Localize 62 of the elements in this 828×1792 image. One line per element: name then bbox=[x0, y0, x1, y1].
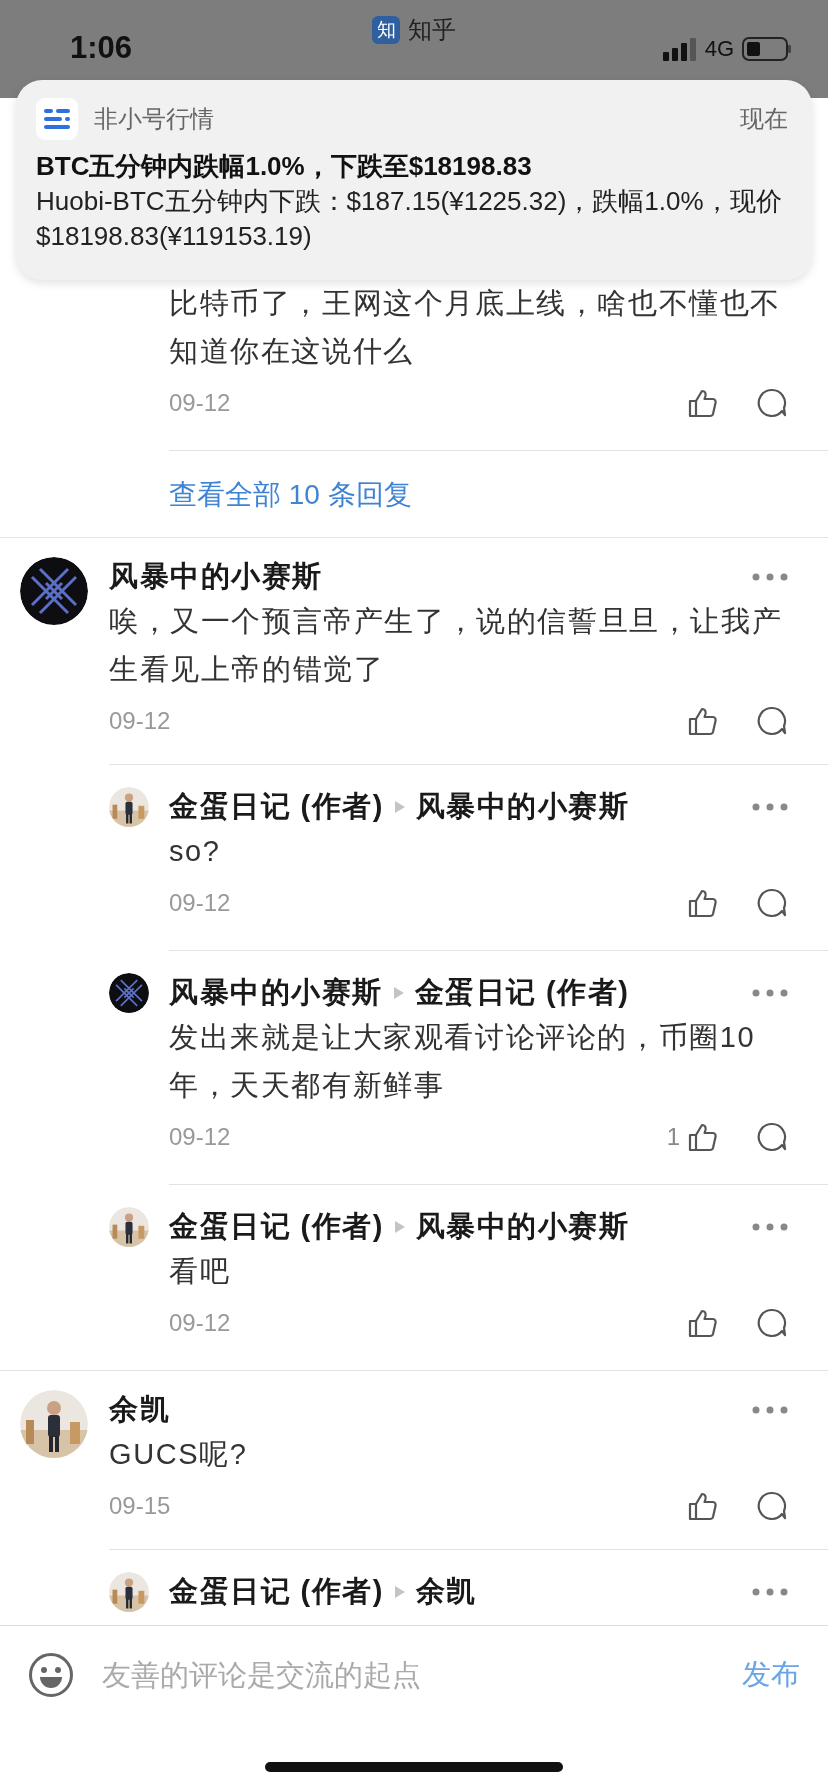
author-name[interactable]: 风暴中的小赛斯 bbox=[415, 787, 630, 827]
view-all-replies-link[interactable]: 查看全部 10 条回复 bbox=[169, 451, 412, 537]
comment-date: 09-12 bbox=[109, 707, 172, 735]
caret-icon bbox=[392, 986, 405, 1000]
thumbs-up-icon[interactable] bbox=[686, 1490, 718, 1522]
emoji-icon[interactable] bbox=[28, 1652, 74, 1698]
signal-icon bbox=[662, 37, 697, 61]
avatar bbox=[109, 973, 149, 1013]
comment-date: 09-15 bbox=[109, 1492, 172, 1520]
comment-icon[interactable] bbox=[756, 1121, 788, 1153]
thumbs-up-icon[interactable] bbox=[686, 705, 718, 737]
author-name[interactable]: 风暴中的小赛斯 bbox=[415, 1207, 630, 1247]
status-time: 1:06 bbox=[70, 30, 133, 66]
comment-input-field[interactable]: 友善的评论是交流的起点 bbox=[102, 1658, 742, 1692]
like-count: 1 bbox=[666, 1123, 680, 1151]
caret-icon bbox=[393, 800, 406, 814]
comment-icon[interactable] bbox=[756, 887, 788, 919]
battery-icon bbox=[742, 37, 792, 61]
comment-text: 比特币了，王网这个月底上线，啥也不懂也不知道你在这说什么 bbox=[169, 286, 782, 369]
comment-date: 09-12 bbox=[169, 1309, 232, 1337]
notification-app-name: 非小号行情 bbox=[94, 104, 215, 134]
network-label: 4G bbox=[704, 36, 734, 62]
back-to-app-link[interactable]: 知乎 bbox=[408, 14, 456, 46]
more-icon[interactable] bbox=[752, 1223, 788, 1231]
author-name[interactable]: 风暴中的小赛斯 bbox=[169, 973, 383, 1013]
thumbs-up-icon[interactable] bbox=[686, 887, 718, 919]
author-name[interactable]: 金蛋日记 (作者) bbox=[169, 787, 384, 827]
notification-body: Huobi-BTC五分钟内下跌：$187.15(¥1225.32)，跌幅1.0%，现价$18198.83(¥119153.19) bbox=[36, 185, 783, 253]
thumbs-up-icon[interactable] bbox=[686, 387, 718, 419]
comment-icon[interactable] bbox=[756, 1307, 788, 1339]
thumbs-up-icon[interactable] bbox=[686, 1307, 718, 1339]
comment-date: 09-12 bbox=[169, 889, 232, 917]
caret-icon bbox=[393, 1220, 406, 1234]
avatar bbox=[20, 557, 88, 625]
comment-text: 唉，又一个预言帝产生了，说的信誓旦旦，让我产生看见上帝的错觉了 bbox=[109, 604, 784, 687]
comment-text: GUCS呢? bbox=[109, 1437, 249, 1472]
comment-text: so? bbox=[169, 834, 222, 869]
author-name[interactable]: 金蛋日记 (作者) bbox=[169, 1572, 384, 1612]
more-icon[interactable] bbox=[752, 803, 788, 811]
caret-icon bbox=[393, 1585, 406, 1599]
comment-text: 看吧 bbox=[169, 1254, 232, 1289]
more-icon[interactable] bbox=[752, 573, 788, 581]
author-name[interactable]: 余凯 bbox=[415, 1572, 477, 1612]
thumbs-up-icon[interactable] bbox=[686, 1121, 718, 1153]
app-icon bbox=[36, 98, 78, 140]
notification-time: 现在 bbox=[740, 104, 788, 134]
more-icon[interactable] bbox=[752, 989, 788, 997]
more-icon[interactable] bbox=[752, 1406, 788, 1414]
author-name[interactable]: 金蛋日记 (作者) bbox=[414, 973, 630, 1013]
comment-icon[interactable] bbox=[756, 705, 788, 737]
comment-text: 发出来就是让大家观看讨论评论的，币圈10年，天天都有新鲜事 bbox=[169, 1020, 757, 1103]
author-name[interactable]: 余凯 bbox=[109, 1390, 170, 1430]
author-name[interactable]: 风暴中的小赛斯 bbox=[109, 557, 323, 597]
app-badge[interactable]: 知 bbox=[372, 16, 400, 44]
notification-title: BTC五分钟内跌幅1.0%，下跌至$18198.83 bbox=[36, 150, 533, 183]
more-icon[interactable] bbox=[752, 1588, 788, 1596]
author-name[interactable]: 金蛋日记 (作者) bbox=[169, 1207, 384, 1247]
comment-icon[interactable] bbox=[756, 387, 788, 419]
comment-date: 09-12 bbox=[169, 1123, 232, 1151]
comment-icon[interactable] bbox=[756, 1490, 788, 1522]
notification-card[interactable]: 非小号行情 现在 BTC五分钟内跌幅1.0%，下跌至$18198.83 Huobi-BTC五分钟内下跌：$187.15(¥1225.32)，跌幅1.0%，现价$18198.83(¥119153.19) bbox=[16, 80, 812, 280]
comment-date: 09-12 bbox=[169, 389, 232, 417]
